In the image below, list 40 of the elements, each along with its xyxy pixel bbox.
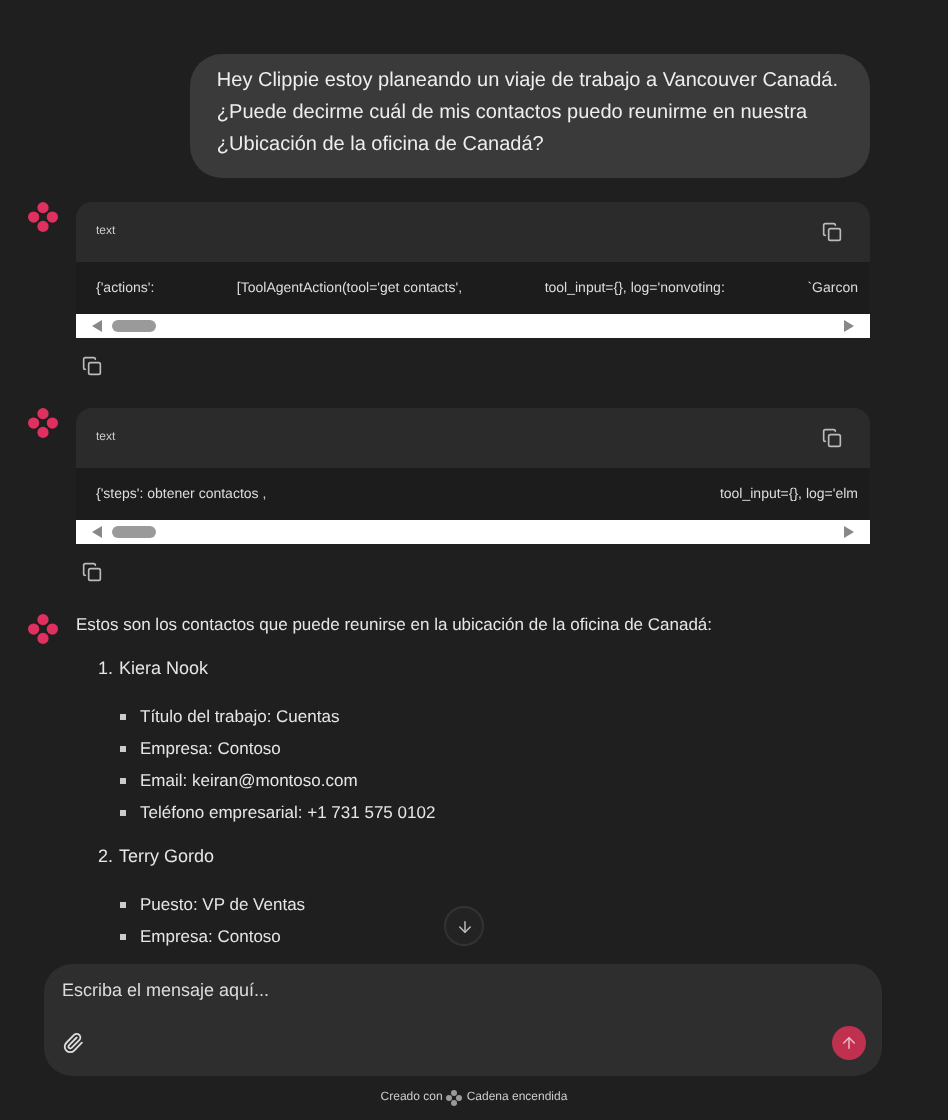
logo-icon [28, 202, 58, 232]
user-message: Hey Clippie estoy planeando un viaje de trabajo a Vancouver Canadá. ¿Puede decirme cuál de mis contactos puedo reunirme en nuestra ¿Ubicación de la oficina de Canadá? [190, 54, 870, 178]
bullet-icon [120, 933, 126, 939]
contact-detail: Empresa: Contoso [140, 738, 281, 758]
logo-icon [28, 614, 58, 644]
arrow-down-icon [455, 917, 473, 935]
copy-icon[interactable] [82, 562, 102, 582]
copy-icon[interactable] [82, 356, 102, 376]
attach-icon[interactable] [62, 1032, 84, 1054]
bullet-icon [120, 713, 126, 719]
contact-detail: Email: keiran@montoso.com [140, 770, 358, 790]
scrollbar-thumb[interactable] [112, 320, 156, 332]
contact-name: Kiera Nook [119, 658, 209, 678]
scroll-left-icon[interactable] [92, 526, 104, 538]
logo-icon [28, 408, 58, 438]
message-input[interactable]: Escriba el mensaje aquí... [62, 980, 866, 1000]
scroll-right-icon[interactable] [842, 320, 854, 332]
list-number: 1. [98, 658, 114, 678]
scroll-left-icon[interactable] [92, 320, 104, 332]
list-number: 2. [98, 846, 114, 866]
copy-icon[interactable] [822, 428, 842, 448]
bullet-icon [120, 777, 126, 783]
contact-detail: Teléfono empresarial: +1 731 575 0102 [140, 802, 436, 822]
contact-detail: Puesto: VP de Ventas [140, 894, 306, 914]
contact-detail: Empresa: Contoso [140, 926, 281, 946]
scroll-right-icon[interactable] [842, 526, 854, 538]
contact-detail: Título del trabajo: Cuentas [140, 706, 340, 726]
scrollbar[interactable] [76, 520, 870, 544]
bullet-icon [120, 809, 126, 815]
copy-icon[interactable] [822, 222, 842, 242]
arrow-up-icon [840, 1034, 858, 1052]
answer-intro: Estos son los contactos que puede reunirse en la ubicación de la oficina de Canadá: [76, 614, 715, 634]
chain-icon [446, 1090, 463, 1106]
contact-name: Terry Gordo [119, 846, 215, 866]
scroll-down-button[interactable] [444, 906, 484, 946]
send-button[interactable] [832, 1026, 866, 1060]
bullet-icon [120, 901, 126, 907]
scrollbar-thumb[interactable] [112, 526, 156, 538]
scrollbar[interactable] [76, 314, 870, 338]
bullet-icon [120, 745, 126, 751]
